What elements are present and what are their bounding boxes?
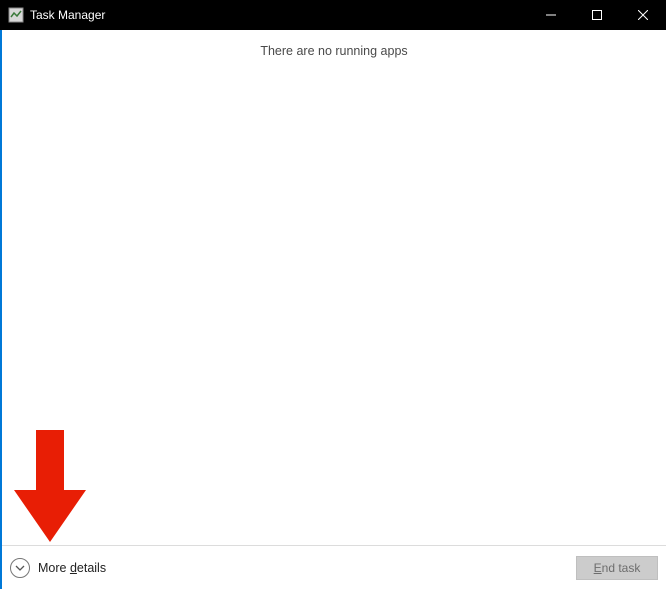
titlebar: Task Manager (0, 0, 666, 30)
more-details-label: More details (38, 561, 106, 575)
more-details-button[interactable]: More details (10, 558, 106, 578)
content-area: There are no running apps (2, 30, 666, 545)
window-controls (528, 0, 666, 30)
annotation-arrow-icon (14, 430, 86, 542)
end-task-label: End task (594, 561, 641, 575)
empty-state-message: There are no running apps (2, 30, 666, 58)
task-manager-icon (8, 7, 24, 23)
footer: More details End task (2, 545, 666, 589)
maximize-button[interactable] (574, 0, 620, 30)
minimize-button[interactable] (528, 0, 574, 30)
close-button[interactable] (620, 0, 666, 30)
window-title: Task Manager (30, 8, 105, 22)
chevron-down-circle-icon (10, 558, 30, 578)
end-task-button[interactable]: End task (576, 556, 658, 580)
